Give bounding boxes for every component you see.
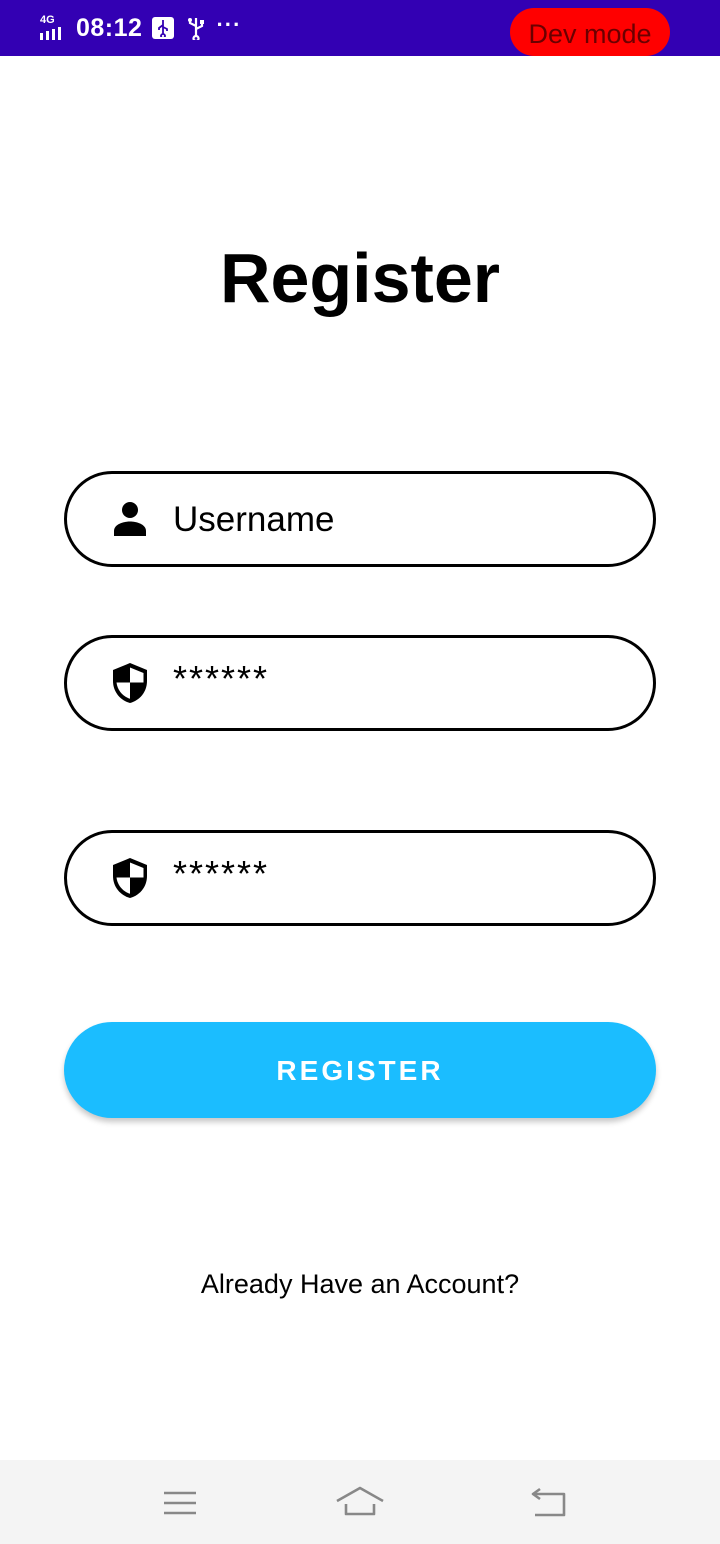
shield-icon (113, 663, 147, 703)
username-placeholder: Username (173, 500, 335, 539)
password-field[interactable]: ****** (64, 635, 656, 731)
confirm-password-value: ****** (173, 853, 270, 894)
register-screen: 4G 08:12 ··· Dev mode Register Username … (0, 0, 720, 1544)
navigation-bar (0, 1460, 720, 1544)
confirm-password-field[interactable]: ****** (64, 830, 656, 926)
person-icon (114, 502, 146, 536)
usb-debug-icon (152, 17, 175, 39)
username-field[interactable]: Username (64, 471, 656, 567)
clock: 08:12 (76, 13, 143, 42)
back-icon[interactable] (521, 1478, 577, 1526)
status-icons: 4G 08:12 ··· (40, 12, 241, 44)
register-button[interactable]: REGISTER (64, 1022, 656, 1118)
password-value: ****** (173, 658, 270, 699)
menu-icon[interactable] (152, 1478, 208, 1526)
more-icon: ··· (216, 12, 242, 37)
usb-icon (188, 18, 205, 40)
page-title: Register (219, 239, 501, 317)
status-bar: 4G 08:12 ··· Dev mode (0, 0, 720, 56)
home-icon[interactable] (332, 1478, 388, 1526)
shield-icon (113, 858, 147, 898)
login-link[interactable]: Already Have an Account? (0, 1264, 720, 1304)
dev-mode-badge: Dev mode (510, 8, 670, 56)
network-type: 4G (40, 14, 55, 26)
signal-icon: 4G (40, 14, 72, 42)
